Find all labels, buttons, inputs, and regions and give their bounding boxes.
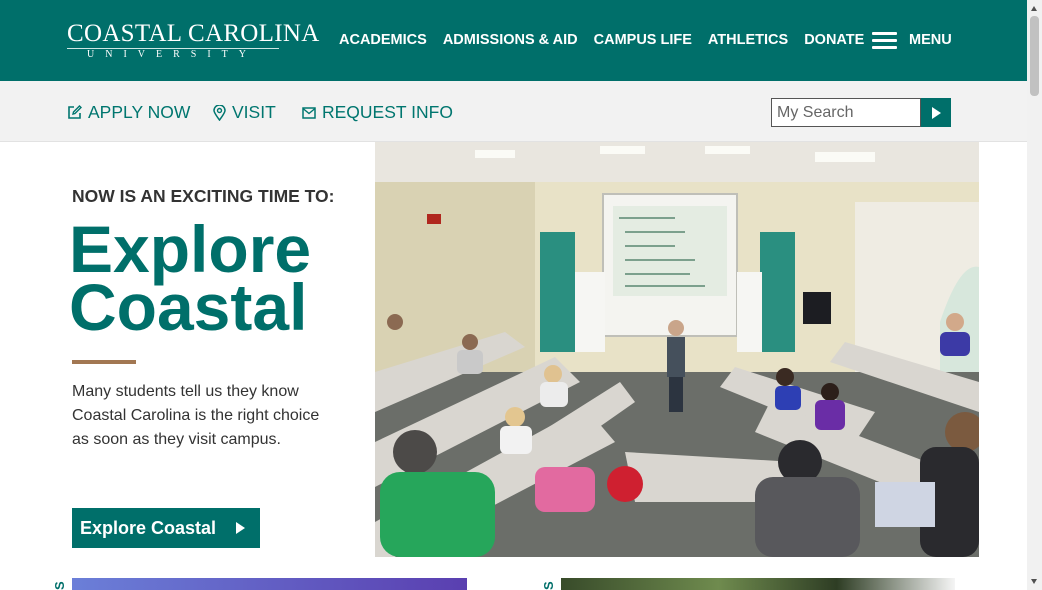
classroom-photo-illustration — [375, 142, 979, 557]
vertical-scrollbar[interactable] — [1027, 0, 1042, 590]
card-2-vertical-label: S — [541, 581, 555, 590]
explore-coastal-button[interactable]: Explore Coastal — [72, 508, 260, 548]
main-nav: ACADEMICS ADMISSIONS & AID CAMPUS LIFE A… — [339, 32, 880, 48]
cta-label: Explore Coastal — [80, 517, 217, 538]
nav-campus-life[interactable]: CAMPUS LIFE — [594, 32, 692, 48]
visit-link[interactable]: VISIT — [213, 102, 276, 123]
feature-card-1-image[interactable] — [72, 578, 467, 590]
nav-donate[interactable]: DONATE — [804, 32, 864, 48]
scroll-up-arrow-icon[interactable] — [1031, 6, 1037, 11]
search-form — [771, 98, 951, 127]
visit-label: VISIT — [232, 102, 276, 122]
nav-academics[interactable]: ACADEMICS — [339, 32, 427, 48]
search-input[interactable] — [771, 98, 921, 127]
edit-icon — [68, 105, 82, 119]
accent-divider — [72, 360, 136, 364]
apply-now-link[interactable]: APPLY NOW — [67, 102, 190, 123]
menu-label: MENU — [909, 31, 952, 48]
top-navigation-bar: COASTAL CAROLINA UNIVERSITY ACADEMICS AD… — [0, 0, 1027, 81]
map-pin-icon — [213, 104, 226, 121]
scroll-down-arrow-icon[interactable] — [1031, 579, 1037, 584]
university-logo[interactable]: COASTAL CAROLINA UNIVERSITY — [64, 16, 319, 66]
nav-athletics[interactable]: ATHLETICS — [708, 32, 788, 48]
hero-intro-text: Many students tell us they know Coastal … — [72, 383, 320, 448]
scroll-thumb[interactable] — [1030, 16, 1039, 96]
headline-line-2: Coastal — [69, 270, 308, 344]
nav-admissions-aid[interactable]: ADMISSIONS & AID — [443, 32, 578, 48]
menu-button[interactable]: MENU — [872, 30, 952, 49]
hero-eyebrow: NOW IS AN EXCITING TIME TO: — [72, 186, 335, 206]
hamburger-icon — [872, 30, 897, 49]
play-arrow-icon — [932, 106, 941, 119]
hero-classroom-photo — [375, 142, 979, 557]
card-1-vertical-label: S — [52, 581, 66, 590]
request-info-label: REQUEST INFO — [322, 102, 453, 122]
logo-wordmark: COASTAL CAROLINA — [67, 20, 320, 47]
request-info-link[interactable]: REQUEST INFO — [302, 102, 453, 123]
envelope-icon — [302, 106, 316, 119]
utility-bar: APPLY NOW VISIT REQUEST INFO — [0, 81, 1027, 142]
feature-card-2-image[interactable] — [561, 578, 955, 590]
logo-subtitle: UNIVERSITY — [87, 49, 257, 60]
apply-now-label: APPLY NOW — [88, 102, 191, 122]
search-submit-button[interactable] — [921, 98, 951, 127]
play-arrow-icon — [236, 522, 246, 534]
hero-headline: Explore Coastal — [69, 216, 311, 340]
